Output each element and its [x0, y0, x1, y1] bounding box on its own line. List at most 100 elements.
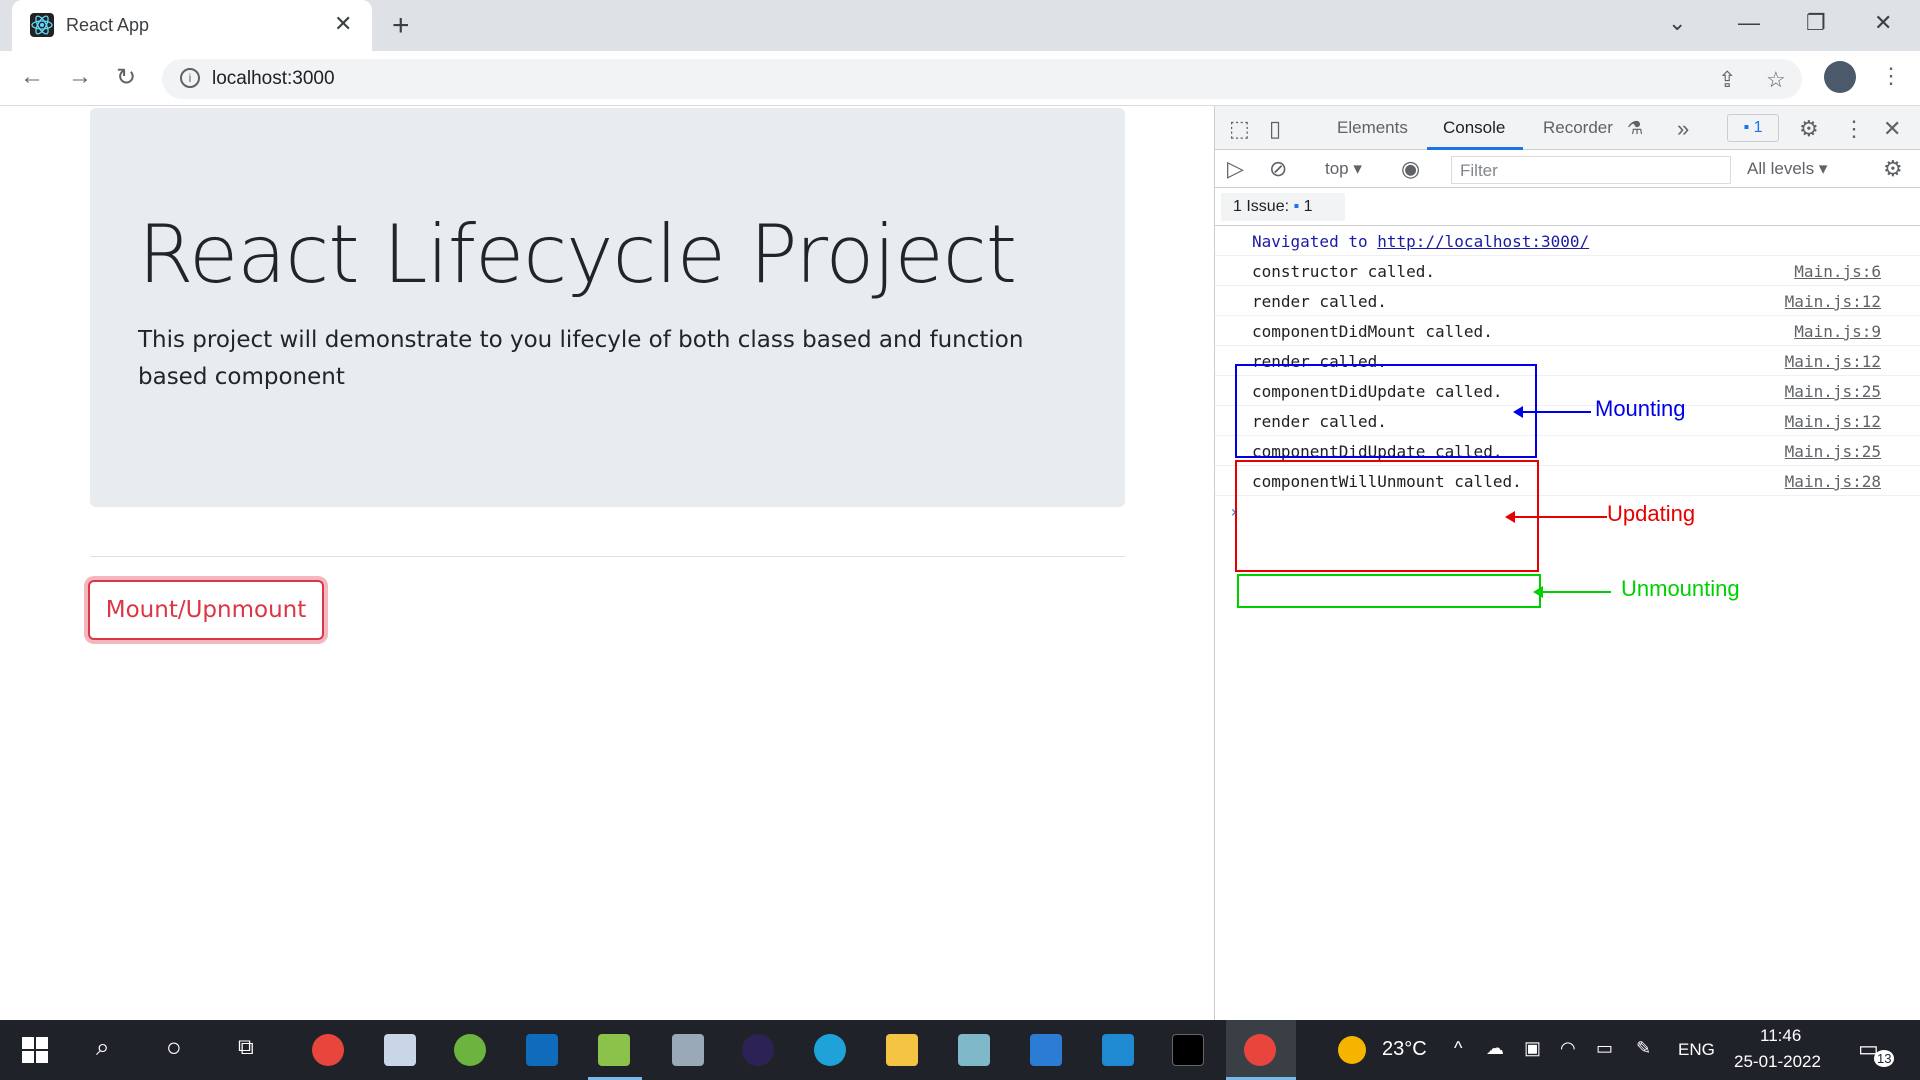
mount-toggle-button[interactable]: Mount/Upnmount: [88, 580, 324, 640]
log-source-link[interactable]: Main.js:28: [1785, 472, 1881, 491]
console-filter-input[interactable]: Filter: [1451, 156, 1731, 184]
show-hidden-icons-chevron-icon[interactable]: ^: [1454, 1038, 1462, 1059]
browser-toolbar: ← → ↻ i localhost:3000 ⇪ ☆ ⋮: [0, 51, 1920, 106]
weather-sun-icon[interactable]: [1338, 1036, 1366, 1064]
url-text: localhost:3000: [212, 68, 335, 89]
share-icon[interactable]: ⇪: [1718, 67, 1736, 93]
close-devtools-icon[interactable]: ✕: [1883, 116, 1901, 142]
spring-tool-icon[interactable]: [454, 1034, 486, 1066]
log-message: componentDidMount called.: [1252, 322, 1493, 341]
settings-gear-icon[interactable]: ⚙: [1799, 116, 1819, 142]
context-selector[interactable]: top ▾: [1325, 159, 1362, 179]
console-settings-icon[interactable]: ⚙: [1883, 156, 1903, 182]
page-title: React Lifecycle Project: [138, 208, 1017, 301]
unmounting-arrow: [1533, 586, 1611, 598]
devtools-tab-bar: ⬚ ▯ Elements Console Recorder ⚗ » ▪ 1 ⚙ …: [1215, 106, 1920, 150]
vscode-icon[interactable]: [1102, 1034, 1134, 1066]
tab-recorder[interactable]: Recorder: [1543, 118, 1613, 138]
issues-count: 1: [1753, 119, 1763, 136]
edge-icon[interactable]: [814, 1034, 846, 1066]
language-indicator[interactable]: ENG: [1678, 1040, 1715, 1060]
chrome-icon[interactable]: [312, 1034, 344, 1066]
mounting-annotation-box: [1235, 364, 1537, 458]
onedrive-icon[interactable]: ☁: [1486, 1038, 1504, 1059]
clock-date[interactable]: 25-01-2022: [1734, 1052, 1821, 1072]
photos-icon[interactable]: [1030, 1034, 1062, 1066]
unmounting-label: Unmounting: [1621, 576, 1740, 601]
mounting-arrow: [1513, 406, 1591, 418]
notepad-plus-icon[interactable]: [598, 1034, 630, 1066]
navigated-url-link[interactable]: http://localhost:3000/: [1377, 232, 1589, 251]
log-row: render called. Main.js:12: [1215, 286, 1920, 316]
tab-strip: React App ✕ + ⌄ — ❐ ✕: [0, 0, 1920, 51]
log-levels-value: All levels: [1747, 159, 1815, 178]
close-window-button[interactable]: ✕: [1874, 10, 1892, 36]
address-bar[interactable]: i localhost:3000 ⇪ ☆: [162, 59, 1802, 99]
remote-desktop-icon[interactable]: [384, 1034, 416, 1066]
close-tab-icon[interactable]: ✕: [334, 11, 352, 37]
log-source-link[interactable]: Main.js:12: [1785, 352, 1881, 371]
task-view-icon[interactable]: ⧉: [238, 1034, 254, 1060]
meet-now-icon[interactable]: ▣: [1524, 1038, 1541, 1059]
outlook-icon[interactable]: [526, 1034, 558, 1066]
cortana-icon[interactable]: ○: [166, 1032, 182, 1063]
issues-chip-label: 1 Issue:: [1233, 198, 1290, 215]
page-content: React Lifecycle Project This project wil…: [0, 106, 1214, 1020]
log-source-link[interactable]: Main.js:12: [1785, 412, 1881, 431]
restore-button[interactable]: ❐: [1806, 10, 1826, 36]
windows-start-icon[interactable]: [22, 1037, 48, 1063]
tab-react-app[interactable]: React App ✕: [12, 0, 372, 51]
weather-temperature[interactable]: 23°C: [1382, 1038, 1427, 1061]
issues-chip-count: 1: [1303, 198, 1313, 215]
device-toolbar-icon[interactable]: ▯: [1269, 116, 1281, 142]
reload-icon[interactable]: ↻: [116, 63, 136, 92]
clear-console-icon[interactable]: ⊘: [1269, 156, 1287, 182]
pen-icon[interactable]: ✎: [1636, 1038, 1651, 1059]
log-row: constructor called. Main.js:6: [1215, 256, 1920, 286]
tab-console[interactable]: Console: [1443, 118, 1505, 138]
browser-menu-icon[interactable]: ⋮: [1880, 63, 1902, 89]
issue-message-icon: ▪: [1293, 198, 1300, 215]
back-icon[interactable]: ←: [20, 63, 44, 91]
log-source-link[interactable]: Main.js:6: [1794, 262, 1881, 281]
file-explorer-icon[interactable]: [886, 1034, 918, 1066]
console-toolbar: ▷ ⊘ top ▾ ◉ Filter All levels ▾ ⚙: [1215, 150, 1920, 188]
unmounting-annotation-box: [1237, 574, 1541, 608]
clock-time[interactable]: 11:46: [1760, 1026, 1801, 1046]
navigated-text: Navigated to http://localhost:3000/: [1252, 232, 1589, 251]
chrome-active-icon[interactable]: [1244, 1034, 1276, 1066]
sidebar-toggle-icon[interactable]: ▷: [1227, 156, 1244, 182]
browser-window: React App ✕ + ⌄ — ❐ ✕ ← → ↻ i localhost:…: [0, 0, 1920, 1020]
live-expression-eye-icon[interactable]: ◉: [1401, 156, 1420, 182]
updating-arrow: [1505, 511, 1607, 523]
search-icon[interactable]: ⌕: [96, 1034, 109, 1062]
devtools-panel: ⬚ ▯ Elements Console Recorder ⚗ » ▪ 1 ⚙ …: [1214, 106, 1920, 1020]
more-tabs-icon[interactable]: »: [1677, 116, 1689, 142]
new-tab-button[interactable]: +: [392, 9, 410, 43]
log-source-link[interactable]: Main.js:12: [1785, 292, 1881, 311]
minimize-button[interactable]: —: [1738, 10, 1760, 36]
wifi-icon[interactable]: ◠: [1560, 1038, 1576, 1059]
log-source-link[interactable]: Main.js:25: [1785, 382, 1881, 401]
issues-chip[interactable]: 1 Issue: ▪ 1: [1221, 193, 1345, 221]
forward-icon[interactable]: →: [68, 63, 92, 91]
tab-elements[interactable]: Elements: [1337, 118, 1408, 138]
inspect-element-icon[interactable]: ⬚: [1229, 116, 1250, 142]
devtools-menu-icon[interactable]: ⋮: [1843, 116, 1865, 142]
battery-icon[interactable]: ▭: [1596, 1038, 1613, 1059]
database-icon[interactable]: [672, 1034, 704, 1066]
notes-app-icon[interactable]: [958, 1034, 990, 1066]
recorder-flask-icon: ⚗: [1627, 118, 1644, 138]
issues-badge[interactable]: ▪ 1: [1727, 114, 1779, 142]
navigation-log: Navigated to http://localhost:3000/: [1215, 226, 1920, 256]
log-message: render called.: [1252, 292, 1387, 311]
site-info-icon[interactable]: i: [180, 68, 200, 88]
log-source-link[interactable]: Main.js:9: [1794, 322, 1881, 341]
profile-avatar[interactable]: [1824, 61, 1856, 93]
tab-search-icon[interactable]: ⌄: [1668, 10, 1686, 36]
eclipse-icon[interactable]: [742, 1034, 774, 1066]
bookmark-star-icon[interactable]: ☆: [1766, 67, 1786, 93]
log-source-link[interactable]: Main.js:25: [1785, 442, 1881, 461]
log-levels-dropdown[interactable]: All levels ▾: [1747, 159, 1827, 179]
terminal-icon[interactable]: [1172, 1034, 1204, 1066]
